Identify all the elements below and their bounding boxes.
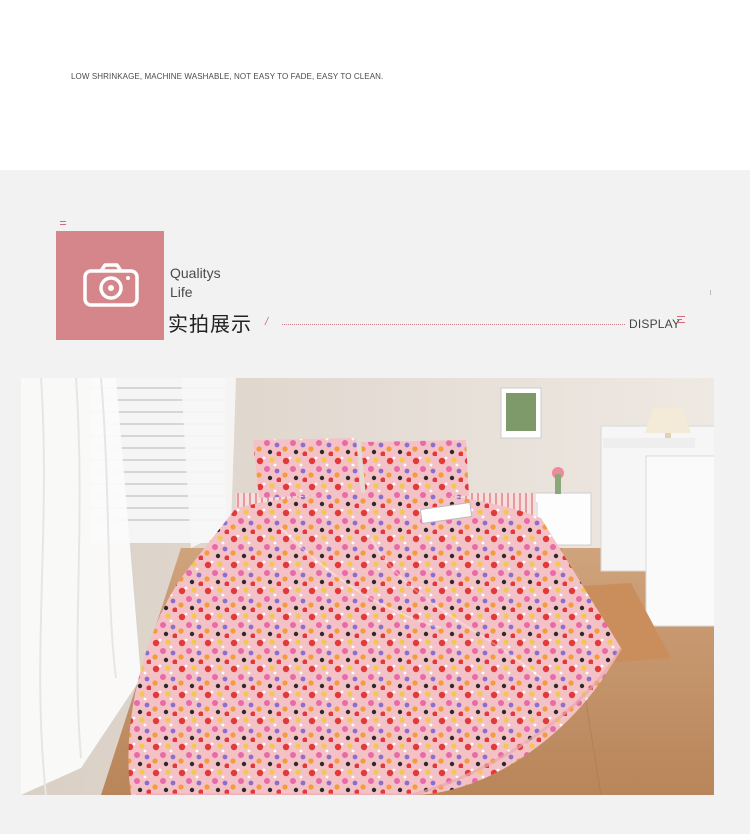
title-en-line2: Life [170, 284, 193, 300]
camera-icon [83, 263, 139, 307]
top-band: LOW SHRINKAGE, MACHINE WASHABLE, NOT EAS… [0, 0, 750, 170]
bedroom-photo [21, 378, 714, 795]
section-title-en: Qualitys Life [170, 264, 221, 302]
accent-mark [60, 221, 66, 226]
dotted-divider [282, 324, 625, 325]
display-accent-mark [677, 316, 685, 325]
product-photo [21, 378, 714, 795]
title-en-line1: Qualitys [170, 265, 221, 281]
slash-mark: / [265, 316, 269, 328]
edge-tick [710, 290, 711, 295]
display-label: DISPLAY [629, 317, 681, 331]
feature-note: LOW SHRINKAGE, MACHINE WASHABLE, NOT EAS… [71, 72, 384, 81]
section-title-cn: 实拍展示 [168, 312, 252, 336]
camera-badge [56, 231, 164, 340]
